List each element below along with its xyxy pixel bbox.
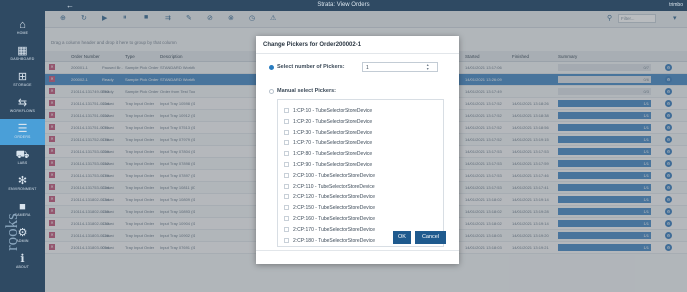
- picker-list-item[interactable]: 2:CP:160 - TubeSelectorStoreDevice: [281, 214, 440, 223]
- picker-label: 2:CP:180 - TubeSelectorStoreDevice: [293, 237, 375, 244]
- radio-number-of-pickers[interactable]: [269, 65, 274, 70]
- sidebar-item-storage[interactable]: ⊞ STORAGE: [0, 67, 45, 93]
- picker-label: 2:CP:150 - TubeSelectorStoreDevice: [293, 205, 375, 212]
- sidebar-item-label: WORKFLOWS: [9, 109, 36, 113]
- camera-icon: ■: [19, 201, 26, 213]
- picker-checkbox[interactable]: [284, 226, 289, 232]
- picker-list-item[interactable]: 1:CP:10 - TubeSelectorStoreDevice: [281, 106, 440, 115]
- picker-checkbox[interactable]: [284, 216, 289, 221]
- orders-icon: ☰: [17, 123, 28, 135]
- picker-checkbox[interactable]: [284, 194, 289, 200]
- sidebar-item-label: HOME: [16, 31, 29, 35]
- sidebar-item-label: DASHBOARD: [10, 57, 35, 61]
- picker-label: 1:CP:20 - TubeSelectorStoreDevice: [293, 118, 373, 125]
- picker-checkbox[interactable]: [284, 108, 289, 113]
- picker-label: 1:CP:10 - TubeSelectorStoreDevice: [293, 108, 373, 114]
- pickers-list: 1:CP:10 - TubeSelectorStoreDevice 1:CP:20…: [277, 99, 444, 247]
- dialog-footer-divider: [256, 250, 459, 251]
- sidebar-item-about[interactable]: ℹ ABOUT: [0, 249, 45, 275]
- radio-manual-select[interactable]: [269, 89, 274, 94]
- picker-label: 1:CP:30 - TubeSelectorStoreDevice: [293, 129, 373, 136]
- picker-checkbox[interactable]: [284, 237, 289, 243]
- picker-list-item[interactable]: 2:CP:120 - TubeSelectorStoreDevice: [281, 192, 440, 201]
- picker-checkbox[interactable]: [284, 129, 289, 135]
- environment-icon: ✻: [17, 175, 28, 187]
- dialog-divider: [256, 53, 459, 54]
- picker-list-item[interactable]: 2:CP:110 - TubeSelectorStoreDevice: [281, 182, 440, 191]
- cancel-button[interactable]: Cancel: [415, 231, 446, 244]
- spin-down-icon[interactable]: ▼: [426, 67, 429, 71]
- picker-label: 1:CP:70 - TubeSelectorStoreDevice: [293, 140, 373, 147]
- sidebar-item-workflows[interactable]: ⇆ WORKFLOWS: [0, 93, 45, 119]
- sidebar-item-label: ENVIRONMENT: [8, 187, 37, 191]
- sidebar-item-label: LABS: [17, 161, 28, 165]
- user-name[interactable]: trimbo: [669, 2, 683, 8]
- sidebar-item-label: ORDERS: [14, 135, 31, 139]
- picker-list-item[interactable]: 1:CP:20 - TubeSelectorStoreDevice: [281, 117, 440, 126]
- sidebar-item-label: STORAGE: [13, 83, 32, 87]
- labs-icon: ⛟: [15, 149, 30, 161]
- picker-label: 2:CP:170 - TubeSelectorStoreDevice: [293, 226, 375, 233]
- brand-logo: rooks: [2, 213, 21, 251]
- picker-list-item[interactable]: 2:CP:150 - TubeSelectorStoreDevice: [281, 203, 440, 212]
- title-bar: ← Strata: View Orders trimbo: [0, 0, 687, 11]
- picker-checkbox[interactable]: [284, 118, 289, 124]
- dialog-title: Change Pickers for Order200002-1: [263, 42, 362, 48]
- picker-list-item[interactable]: 1:CP:30 - TubeSelectorStoreDevice: [281, 128, 440, 137]
- window-title: Strata: View Orders: [317, 2, 370, 8]
- picker-label: 2:CP:160 - TubeSelectorStoreDevice: [293, 216, 375, 222]
- picker-label: 2:CP:100 - TubeSelectorStoreDevice: [293, 172, 375, 179]
- sidebar: ⌂ HOME ▦ DASHBOARD ⊞ STORAGE ⇆ WORKFLOWS ☰ ORDERS…: [0, 11, 45, 292]
- picker-checkbox[interactable]: [284, 183, 289, 189]
- picker-count-spinner[interactable]: ▲ ▼: [426, 63, 429, 71]
- picker-checkbox[interactable]: [284, 205, 289, 211]
- picker-checkbox[interactable]: [284, 162, 289, 167]
- about-icon: ℹ: [20, 253, 25, 265]
- sidebar-item-label: ABOUT: [15, 265, 30, 269]
- picker-label: 1:CP:80 - TubeSelectorStoreDevice: [293, 151, 373, 158]
- storage-icon: ⊞: [17, 71, 28, 83]
- sidebar-item-home[interactable]: ⌂ HOME: [0, 15, 45, 41]
- sidebar-item-environment[interactable]: ✻ ENVIRONMENT: [0, 171, 45, 197]
- dashboard-icon: ▦: [17, 45, 28, 57]
- sidebar-item-dashboard[interactable]: ▦ DASHBOARD: [0, 41, 45, 67]
- radio-number-label: Select number of Pickers:: [277, 64, 345, 70]
- picker-list-item[interactable]: 1:CP:90 - TubeSelectorStoreDevice: [281, 160, 440, 169]
- picker-checkbox[interactable]: [284, 140, 289, 146]
- workflows-icon: ⇆: [17, 97, 28, 109]
- picker-label: 2:CP:120 - TubeSelectorStoreDevice: [293, 194, 375, 201]
- picker-checkbox[interactable]: [284, 151, 289, 157]
- sidebar-item-orders[interactable]: ☰ ORDERS: [0, 119, 45, 145]
- radio-manual-label: Manual select Pickers:: [277, 88, 337, 94]
- picker-list-item[interactable]: 1:CP:70 - TubeSelectorStoreDevice: [281, 138, 440, 147]
- picker-checkbox[interactable]: [284, 172, 289, 178]
- ok-button[interactable]: OK: [393, 231, 411, 244]
- home-icon: ⌂: [19, 19, 26, 31]
- change-pickers-dialog: Change Pickers for Order200002-1 Select …: [256, 36, 459, 264]
- sidebar-item-labs[interactable]: ⛟ LABS: [0, 145, 45, 171]
- picker-label: 2:CP:110 - TubeSelectorStoreDevice: [293, 183, 375, 190]
- picker-label: 1:CP:90 - TubeSelectorStoreDevice: [293, 162, 373, 168]
- picker-list-item[interactable]: 1:CP:80 - TubeSelectorStoreDevice: [281, 149, 440, 158]
- picker-list-item[interactable]: 2:CP:100 - TubeSelectorStoreDevice: [281, 171, 440, 180]
